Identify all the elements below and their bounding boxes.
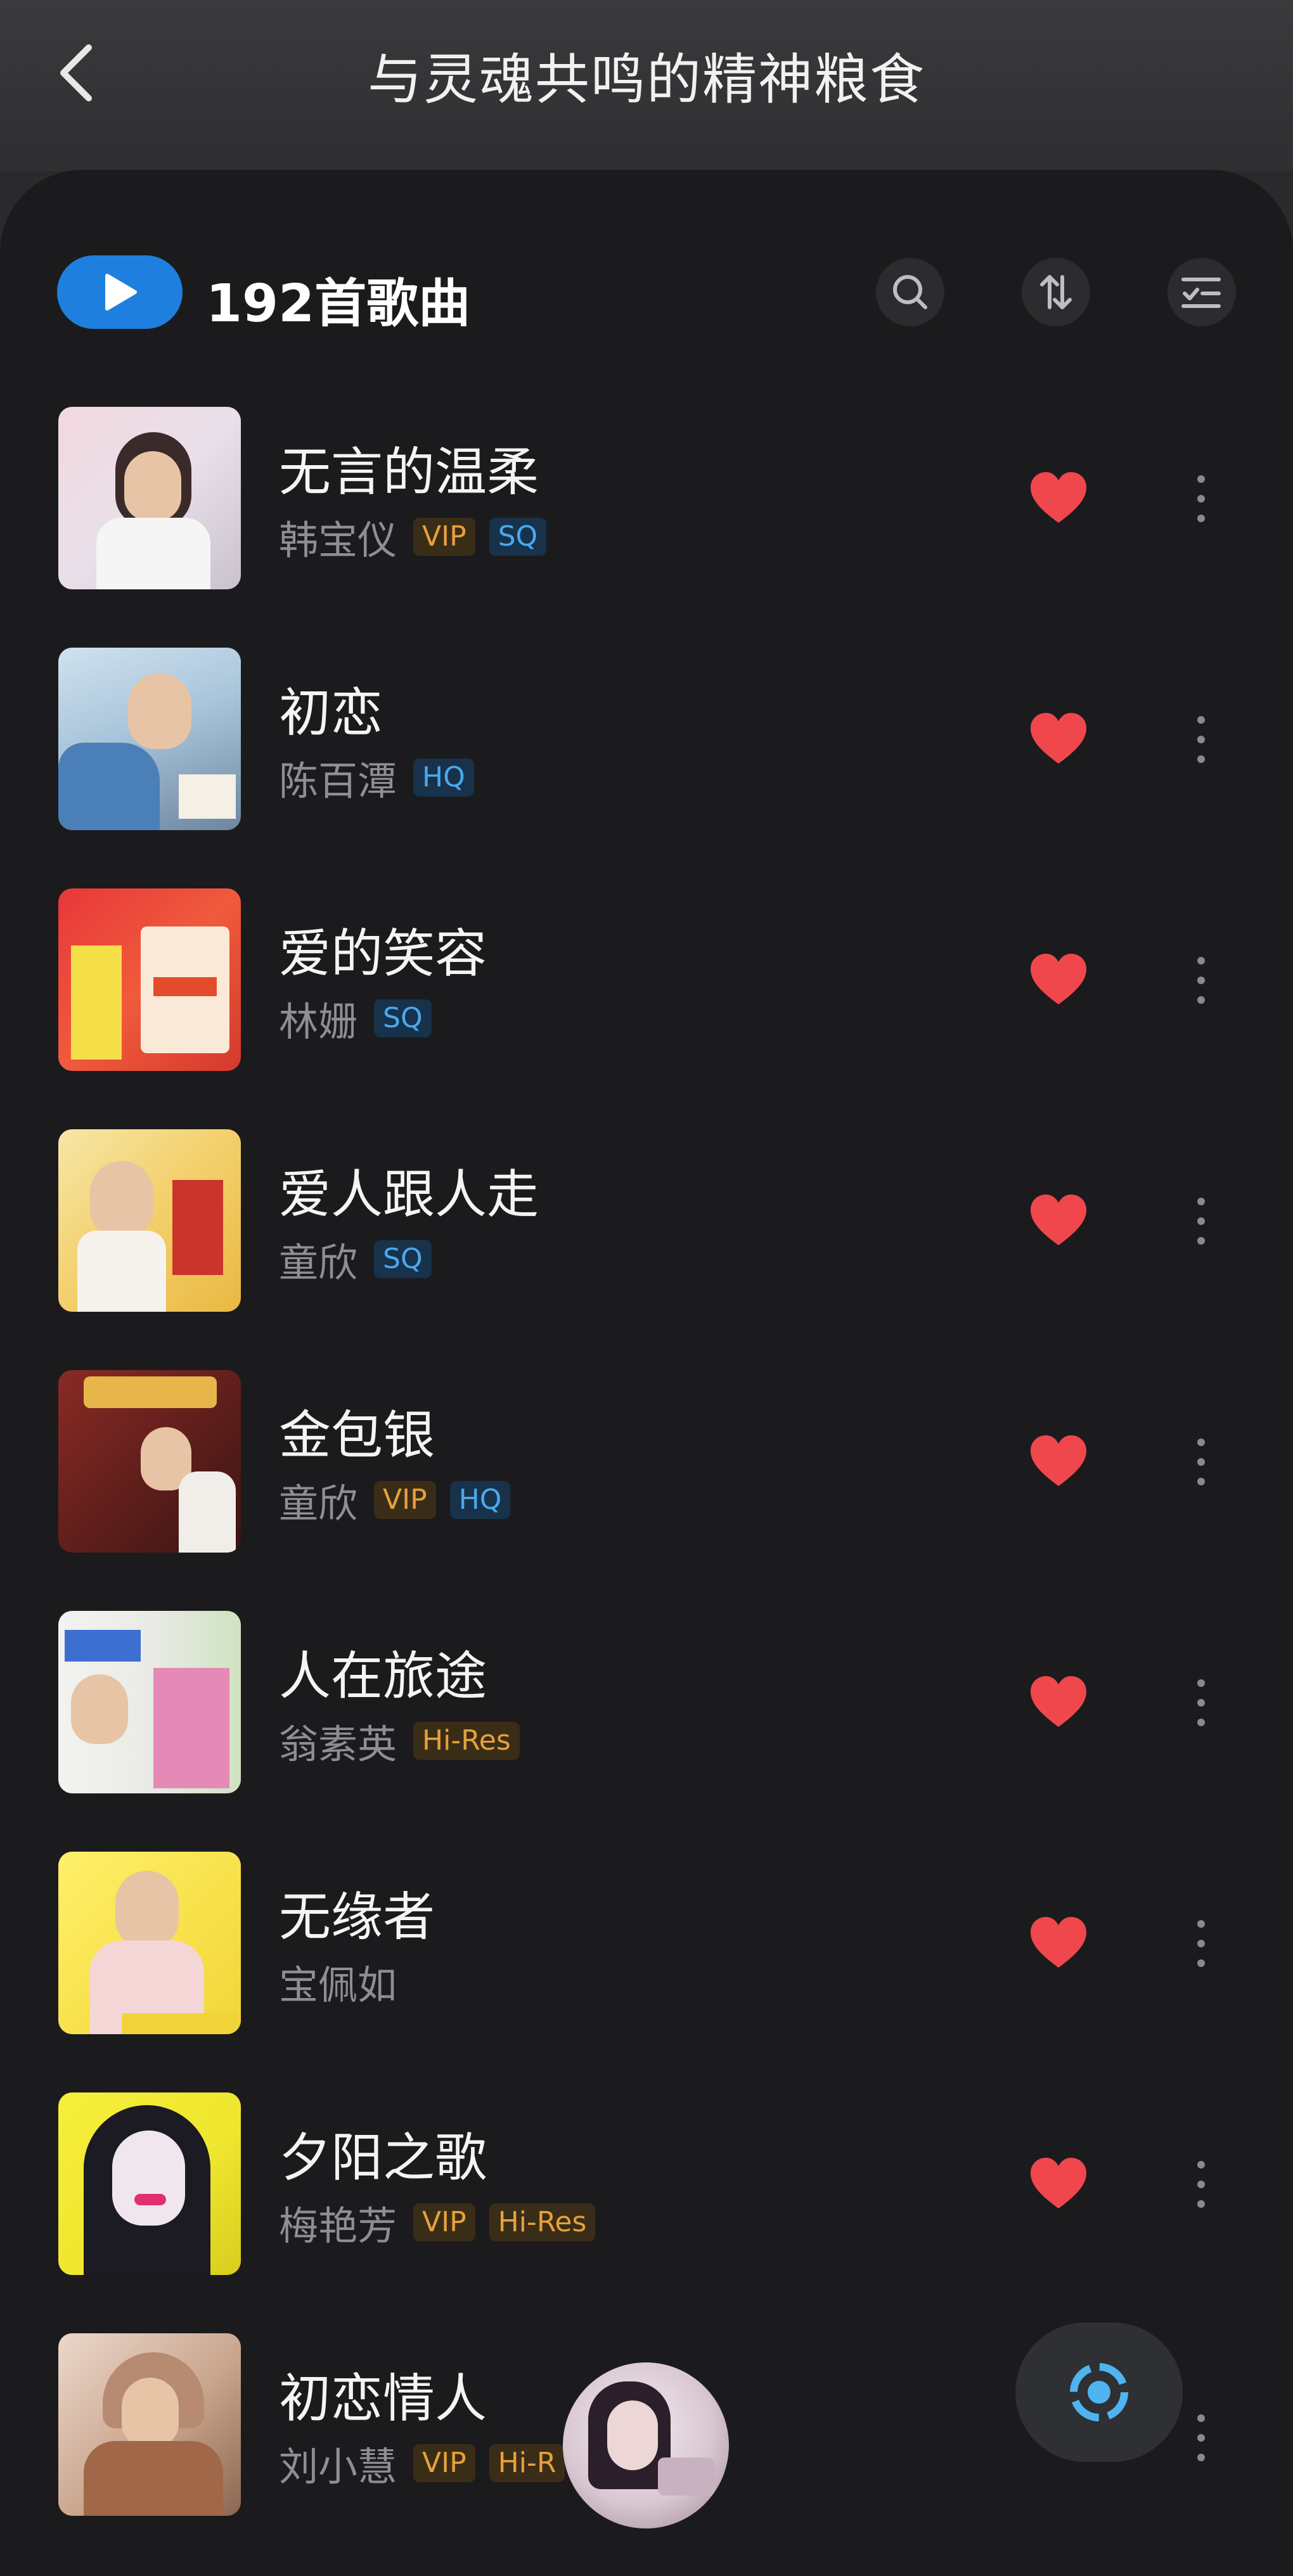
quality-badge: SQ: [374, 1240, 432, 1278]
quality-badge: Hi-R: [489, 2444, 565, 2482]
song-meta: 童欣 VIP HQ: [279, 1478, 524, 1527]
song-meta: 宝佩如: [279, 1959, 413, 2008]
heart-icon[interactable]: [1027, 1189, 1090, 1253]
song-row[interactable]: 无缘者 宝佩如: [0, 1852, 1293, 2092]
album-cover: [58, 1611, 241, 1793]
album-cover: [58, 407, 241, 589]
album-cover: [58, 1852, 241, 2034]
quality-badge: SQ: [374, 999, 432, 1037]
song-meta: 韩宝仪 VIP SQ: [279, 515, 560, 563]
album-cover: [58, 1129, 241, 1312]
quality-badge: Hi-Res: [413, 1722, 520, 1760]
song-title: 初恋情人: [279, 2369, 487, 2429]
song-meta: 童欣 SQ: [279, 1237, 446, 1286]
more-vertical-icon[interactable]: [1179, 1668, 1223, 1738]
album-cover: [58, 648, 241, 830]
song-row[interactable]: 初恋 陈百潭 HQ: [0, 648, 1293, 888]
quality-badge: Hi-Res: [489, 2203, 596, 2241]
song-row[interactable]: 夕阳之歌 梅艳芳 VIP Hi-Res: [0, 2092, 1293, 2333]
song-meta: 陈百潭 HQ: [279, 755, 488, 804]
multiselect-icon: [1181, 278, 1221, 308]
vip-badge: VIP: [413, 518, 475, 556]
page-title: 与灵魂共鸣的精神粮食: [368, 48, 925, 112]
quality-badge: HQ: [413, 759, 474, 797]
mini-player-cover[interactable]: [563, 2362, 729, 2528]
song-row[interactable]: 金包银 童欣 VIP HQ: [0, 1370, 1293, 1611]
song-meta: 梅艳芳 VIP Hi-Res: [279, 2200, 609, 2249]
artist-name: 陈百潭: [279, 758, 397, 804]
heart-icon[interactable]: [1027, 1671, 1090, 1734]
album-cover: [58, 1370, 241, 1553]
search-icon: [893, 275, 927, 309]
artist-name: 梅艳芳: [279, 2203, 397, 2249]
song-title: 爱人跟人走: [279, 1165, 539, 1225]
heart-icon[interactable]: [1027, 1430, 1090, 1494]
artist-name: 童欣: [279, 1480, 358, 1527]
album-cover: [58, 2333, 241, 2516]
play-icon: [105, 274, 137, 311]
song-row[interactable]: 人在旅途 翁素英 Hi-Res: [0, 1611, 1293, 1852]
heart-icon[interactable]: [1027, 2153, 1090, 2216]
song-title: 无缘者: [279, 1887, 435, 1947]
top-bar: 与灵魂共鸣的精神粮食: [0, 0, 1293, 171]
multiselect-button[interactable]: [1168, 258, 1236, 326]
song-title: 爱的笑容: [279, 924, 487, 984]
heart-icon[interactable]: [1027, 467, 1090, 530]
search-button[interactable]: [876, 258, 944, 326]
song-title: 无言的温柔: [279, 442, 539, 503]
sort-button[interactable]: [1022, 258, 1090, 326]
artist-name: 韩宝仪: [279, 517, 397, 563]
play-all-button[interactable]: [57, 255, 183, 329]
song-meta: 刘小慧 VIP Hi-R: [279, 2441, 579, 2490]
vip-badge: VIP: [413, 2444, 475, 2482]
heart-icon[interactable]: [1027, 1912, 1090, 1975]
artist-name: 刘小慧: [279, 2444, 397, 2490]
heart-icon[interactable]: [1027, 949, 1090, 1012]
more-vertical-icon[interactable]: [1179, 1186, 1223, 1256]
more-vertical-icon[interactable]: [1179, 1909, 1223, 1978]
more-vertical-icon[interactable]: [1179, 945, 1223, 1015]
song-title: 金包银: [279, 1406, 435, 1466]
artist-name: 童欣: [279, 1240, 358, 1286]
album-cover: [58, 2092, 241, 2275]
song-title: 夕阳之歌: [279, 2128, 487, 2188]
song-row[interactable]: 无言的温柔 韩宝仪 VIP SQ: [0, 407, 1293, 648]
quality-badge: HQ: [449, 1481, 511, 1519]
more-vertical-icon[interactable]: [1179, 1427, 1223, 1497]
locate-current-icon: [1070, 2363, 1128, 2421]
more-vertical-icon[interactable]: [1179, 2150, 1223, 2219]
vip-badge: VIP: [413, 2203, 475, 2241]
artist-name: 翁素英: [279, 1721, 397, 1767]
artist-name: 林姗: [279, 999, 358, 1045]
vip-badge: VIP: [374, 1481, 436, 1519]
song-meta: 翁素英 Hi-Res: [279, 1719, 534, 1767]
song-meta: 林姗 SQ: [279, 996, 446, 1045]
song-title: 初恋: [279, 683, 383, 743]
album-cover: [58, 888, 241, 1071]
more-vertical-icon[interactable]: [1179, 2403, 1223, 2473]
artist-name: 宝佩如: [279, 1962, 397, 2008]
more-vertical-icon[interactable]: [1179, 464, 1223, 534]
song-row[interactable]: 爱人跟人走 童欣 SQ: [0, 1129, 1293, 1370]
song-count: 192首歌曲: [206, 274, 471, 334]
more-vertical-icon[interactable]: [1179, 705, 1223, 774]
quality-badge: SQ: [489, 518, 547, 556]
heart-icon[interactable]: [1027, 708, 1090, 771]
sort-icon: [1040, 275, 1072, 309]
song-title: 人在旅途: [279, 1646, 487, 1707]
locate-current-button[interactable]: [1015, 2323, 1183, 2462]
song-row[interactable]: 爱的笑容 林姗 SQ: [0, 888, 1293, 1129]
